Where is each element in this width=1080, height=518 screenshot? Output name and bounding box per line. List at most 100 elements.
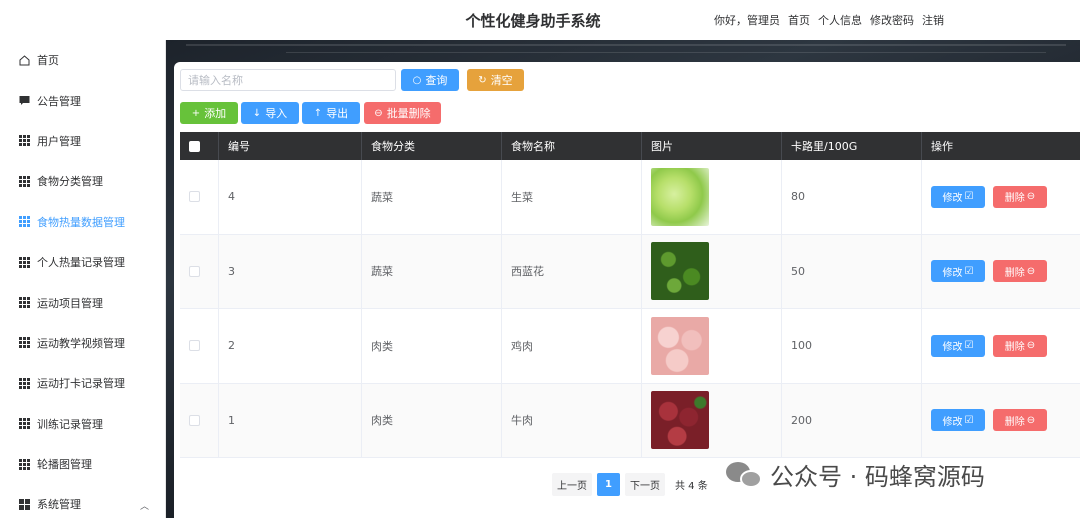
reset-button[interactable]: ↻ 清空 xyxy=(467,69,524,91)
lettuce-image[interactable] xyxy=(651,167,709,226)
edit-button[interactable]: 修改 ☑ xyxy=(931,334,985,357)
import-button[interactable]: ↓ 导入 xyxy=(241,102,299,124)
delete-button[interactable]: 删除 ⊖ xyxy=(993,409,1047,432)
sidebar-item-sports[interactable]: 运动项目管理 xyxy=(0,282,165,322)
row-checkbox[interactable] xyxy=(189,265,200,277)
sidebar-item-food-categories[interactable]: 食物分类管理 xyxy=(0,161,165,201)
sidebar-item-label: 训练记录管理 xyxy=(37,417,103,431)
table-header: 编号 食物分类 食物名称 图片 卡路里/100G 操作 xyxy=(180,132,1080,160)
sidebar-item-food-calories[interactable]: 食物热量数据管理 xyxy=(0,202,165,242)
query-button[interactable]: ○ 查询 xyxy=(401,69,459,91)
table-row: 1 肉类 牛肉 200 修改 ☑ 删除 ⊖ xyxy=(180,383,1080,458)
row-name: 生菜 xyxy=(502,160,642,234)
sidebar-item-home[interactable]: 首页 xyxy=(0,40,165,80)
watermark-text: 公众号 · 码蜂窝源码 xyxy=(770,463,985,491)
delete-button[interactable]: 删除 ⊖ xyxy=(993,185,1047,208)
edit-icon: ☑ xyxy=(964,414,974,426)
nav-profile-link[interactable]: 个人信息 xyxy=(818,12,862,28)
table-row: 4 蔬菜 生菜 80 修改 ☑ 删除 ⊖ xyxy=(180,160,1080,235)
grid-icon xyxy=(19,377,30,389)
page-number-current[interactable]: 1 xyxy=(597,473,620,496)
row-name: 鸡肉 xyxy=(502,309,642,383)
row-name: 西蓝花 xyxy=(502,234,642,308)
wechat-icon xyxy=(726,460,764,490)
minus-circle-icon: ⊖ xyxy=(1026,414,1036,426)
select-all-checkbox[interactable] xyxy=(189,140,200,152)
edit-button[interactable]: 修改 ☑ xyxy=(931,260,985,283)
total-count: 共 4 条 xyxy=(670,473,713,496)
grid-icon xyxy=(19,216,30,228)
row-image-cell xyxy=(642,383,782,457)
search-icon: ○ xyxy=(412,74,422,86)
user-nav: 你好，管理员 首页 个人信息 修改密码 注销 xyxy=(714,12,944,28)
delete-button[interactable]: 删除 ⊖ xyxy=(993,334,1047,357)
row-calories: 80 xyxy=(782,160,922,234)
column-header-id[interactable]: 编号 xyxy=(219,132,362,160)
sidebar-item-system[interactable]: 系统管理 ︿ xyxy=(0,484,165,518)
row-id: 3 xyxy=(219,234,362,308)
row-checkbox[interactable] xyxy=(189,340,200,352)
grid-icon xyxy=(19,297,30,309)
grid-icon xyxy=(19,135,30,147)
nav-logout-link[interactable]: 注销 xyxy=(922,12,944,28)
sidebar-item-label: 运动项目管理 xyxy=(37,296,103,310)
sidebar-item-personal-calories[interactable]: 个人热量记录管理 xyxy=(0,242,165,282)
row-actions: 修改 ☑ 删除 ⊖ xyxy=(922,235,1080,309)
sidebar-item-checkins[interactable]: 运动打卡记录管理 xyxy=(0,363,165,403)
minus-circle-icon: ⊖ xyxy=(1026,340,1036,352)
arrow-up-icon: ↑ xyxy=(313,107,323,119)
plus-icon: + xyxy=(191,107,201,119)
sidebar-item-announcements[interactable]: 公告管理 xyxy=(0,80,165,120)
nav-change-password-link[interactable]: 修改密码 xyxy=(870,12,914,28)
column-header-category[interactable]: 食物分类 xyxy=(362,132,502,160)
sidebar-item-training[interactable]: 训练记录管理 xyxy=(0,404,165,444)
row-calories: 100 xyxy=(782,309,922,383)
grid-icon xyxy=(19,418,30,430)
sidebar-item-users[interactable]: 用户管理 xyxy=(0,121,165,161)
edit-icon: ☑ xyxy=(964,191,974,203)
top-header: 个性化健身助手系统 你好，管理员 首页 个人信息 修改密码 注销 xyxy=(0,0,1080,40)
food-table: 编号 食物分类 食物名称 图片 卡路里/100G 操作 4 蔬菜 生菜 80 修… xyxy=(180,132,1080,458)
row-checkbox[interactable] xyxy=(189,191,200,203)
grid-icon xyxy=(19,458,30,470)
edit-button[interactable]: 修改 ☑ xyxy=(931,185,985,208)
select-all-cell xyxy=(180,132,219,160)
sidebar-item-label: 公告管理 xyxy=(37,94,81,108)
column-header-actions: 操作 xyxy=(931,140,953,153)
row-name: 牛肉 xyxy=(502,383,642,457)
next-page-button[interactable]: 下一页 xyxy=(625,473,665,496)
row-id: 1 xyxy=(219,383,362,457)
home-icon xyxy=(19,55,30,66)
column-header-image[interactable]: 图片 xyxy=(642,132,782,160)
batch-delete-button[interactable]: ⊖ 批量删除 xyxy=(364,102,441,124)
table-row: 3 蔬菜 西蓝花 50 修改 ☑ 删除 ⊖ xyxy=(180,234,1080,309)
nav-home-link[interactable]: 首页 xyxy=(788,12,810,28)
search-input[interactable] xyxy=(180,69,396,91)
row-image-cell xyxy=(642,309,782,383)
row-category: 肉类 xyxy=(362,309,502,383)
sidebar-item-label: 个人热量记录管理 xyxy=(37,256,125,270)
add-button[interactable]: + 添加 xyxy=(180,102,238,124)
prev-page-button[interactable]: 上一页 xyxy=(552,473,592,496)
sidebar-item-label: 食物热量数据管理 xyxy=(37,215,125,229)
beef-image[interactable] xyxy=(651,391,709,450)
export-button[interactable]: ↑ 导出 xyxy=(302,102,360,124)
chicken-image[interactable] xyxy=(651,316,709,375)
sidebar-item-carousel[interactable]: 轮播图管理 xyxy=(0,444,165,484)
row-actions: 修改 ☑ 删除 ⊖ xyxy=(922,160,1080,234)
broccoli-image[interactable] xyxy=(651,242,709,301)
sidebar-item-videos[interactable]: 运动教学视频管理 xyxy=(0,323,165,363)
row-category: 蔬菜 xyxy=(362,160,502,234)
column-header-name[interactable]: 食物名称 xyxy=(502,132,642,160)
row-image-cell xyxy=(642,234,782,308)
row-checkbox[interactable] xyxy=(189,414,200,426)
grid-icon xyxy=(19,256,30,268)
edit-button[interactable]: 修改 ☑ xyxy=(931,409,985,432)
column-header-calories[interactable]: 卡路里/100G xyxy=(782,132,922,160)
row-calories: 50 xyxy=(782,234,922,308)
message-icon xyxy=(19,95,30,106)
delete-button[interactable]: 删除 ⊖ xyxy=(993,260,1047,283)
minus-circle-icon: ⊖ xyxy=(1026,191,1036,203)
row-select-cell xyxy=(180,234,219,308)
row-select-cell xyxy=(180,383,219,457)
